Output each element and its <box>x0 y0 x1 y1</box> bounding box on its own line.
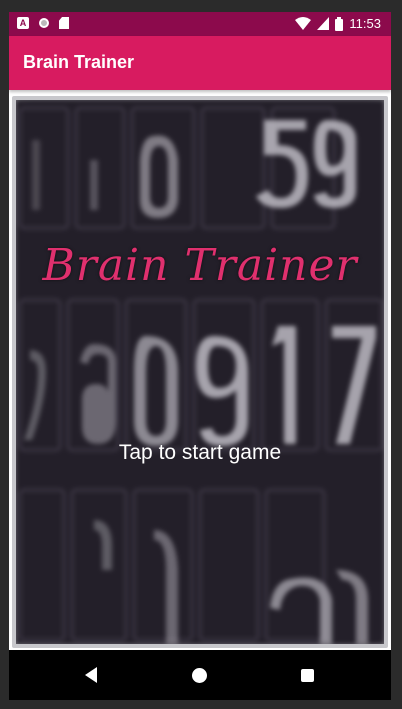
status-time: 11:53 <box>349 16 381 31</box>
app-bar: Brain Trainer <box>9 36 391 90</box>
home-button[interactable] <box>187 663 211 687</box>
device-screen: A 11:53 Brain Trainer Brain Trainer Tap … <box>9 12 391 700</box>
a-notification-icon: A <box>17 17 29 29</box>
status-bar: A 11:53 <box>9 12 391 36</box>
start-game-button[interactable]: Brain Trainer Tap to start game <box>12 96 388 648</box>
notification-icons: A <box>17 17 69 29</box>
navigation-bar <box>9 650 391 700</box>
wifi-icon <box>295 16 312 30</box>
number-board-image <box>16 100 384 644</box>
sd-card-icon <box>59 17 69 29</box>
system-icons: 11:53 <box>295 16 381 31</box>
back-button[interactable] <box>79 663 103 687</box>
brain-trainer-logo: Brain Trainer <box>42 240 358 291</box>
number-board-background: Brain Trainer Tap to start game <box>16 100 384 644</box>
circle-notification-icon <box>39 18 49 28</box>
recents-icon <box>300 668 314 682</box>
tap-to-start-label: Tap to start game <box>118 441 282 464</box>
home-icon <box>191 667 207 683</box>
back-icon <box>85 667 97 683</box>
cell-signal-icon <box>317 17 330 30</box>
battery-icon <box>335 16 344 31</box>
app-title: Brain Trainer <box>23 52 135 72</box>
recents-button[interactable] <box>295 663 319 687</box>
